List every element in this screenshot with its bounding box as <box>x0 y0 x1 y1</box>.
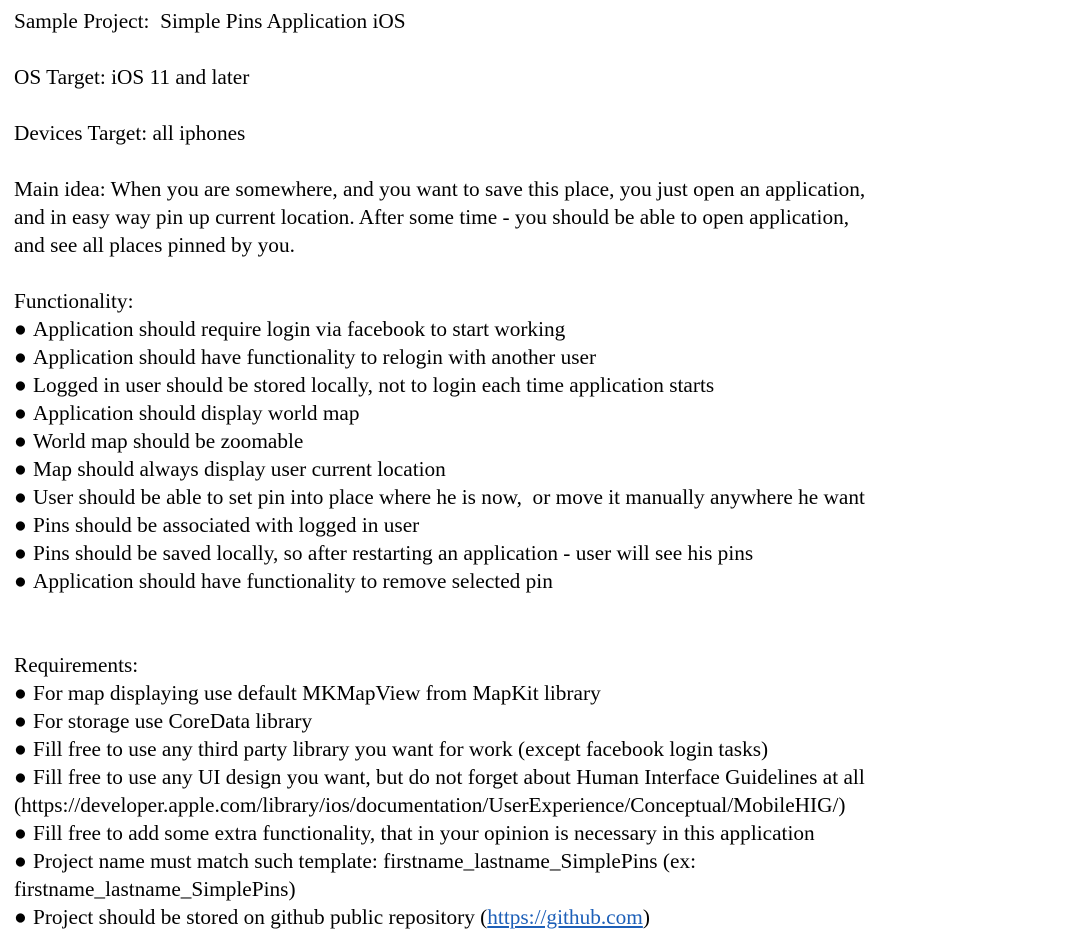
bullet-icon: ● <box>14 849 27 873</box>
list-item-text: World map should be zoomable <box>33 429 304 453</box>
requirements-list: ● For map displaying use default MKMapVie… <box>14 679 1060 931</box>
list-item-text: Project name must match such template: f… <box>33 849 697 873</box>
github-link[interactable]: https://github.com <box>487 905 643 929</box>
list-item-text: Application should have functionality to… <box>33 345 597 369</box>
list-item-text: For storage use CoreData library <box>33 709 313 733</box>
list-item: ● Map should always display user current … <box>14 455 1060 483</box>
main-idea-line: and in easy way pin up current location.… <box>14 205 850 229</box>
list-item: ● Project name must match such template: … <box>14 847 1060 875</box>
list-item: ● Fill free to use any UI design you want… <box>14 763 1060 791</box>
list-item: ● User should be able to set pin into pla… <box>14 483 1060 511</box>
list-item: ● Logged in user should be stored locally… <box>14 371 1060 399</box>
bullet-icon: ● <box>14 737 27 761</box>
list-item: ● Project should be stored on github publ… <box>14 903 1060 931</box>
list-item-text: Application should have functionality to… <box>33 569 553 593</box>
list-item-text: Fill free to use any third party library… <box>33 737 769 761</box>
bullet-icon: ● <box>14 709 27 733</box>
list-item: ● Pins should be saved locally, so after … <box>14 539 1060 567</box>
functionality-heading: Functionality: <box>14 289 134 313</box>
list-item-continuation: (https://developer.apple.com/library/ios… <box>14 793 846 817</box>
bullet-icon: ● <box>14 905 27 929</box>
bullet-icon: ● <box>14 457 27 481</box>
main-idea-line: and see all places pinned by you. <box>14 233 295 257</box>
bullet-icon: ● <box>14 373 27 397</box>
list-item: ● Application should require login via fa… <box>14 315 1060 343</box>
project-title: Sample Project: Simple Pins Application … <box>14 9 406 33</box>
list-item-text: Map should always display user current l… <box>33 457 446 481</box>
functionality-list: ● Application should require login via fa… <box>14 315 1060 595</box>
list-item: ● For storage use CoreData library <box>14 707 1060 735</box>
list-item-text: For map displaying use default MKMapView… <box>33 681 601 705</box>
list-item-text: ) <box>642 905 650 929</box>
list-item: ● For map displaying use default MKMapVie… <box>14 679 1060 707</box>
os-target: OS Target: iOS 11 and later <box>14 65 250 89</box>
list-item-text: Fill free to add some extra functionalit… <box>33 821 815 845</box>
main-idea-line: Main idea: When you are somewhere, and y… <box>14 177 866 201</box>
bullet-icon: ● <box>14 765 27 789</box>
bullet-icon: ● <box>14 569 27 593</box>
bullet-icon: ● <box>14 541 27 565</box>
list-item-text: Pins should be saved locally, so after r… <box>33 541 754 565</box>
list-item-text: User should be able to set pin into plac… <box>33 485 865 509</box>
list-item: ● Pins should be associated with logged i… <box>14 511 1060 539</box>
bullet-icon: ● <box>14 429 27 453</box>
list-item-continuation: firstname_lastname_SimplePins) <box>14 877 296 901</box>
list-item: ● World map should be zoomable <box>14 427 1060 455</box>
list-item: ● Application should have functionality t… <box>14 567 1060 595</box>
list-item: ● Application should display world map <box>14 399 1060 427</box>
list-item-text: Logged in user should be stored locally,… <box>33 373 715 397</box>
list-item: ● Application should have functionality t… <box>14 343 1060 371</box>
bullet-icon: ● <box>14 401 27 425</box>
devices-target: Devices Target: all iphones <box>14 121 246 145</box>
list-item-text: Fill free to use any UI design you want,… <box>33 765 865 789</box>
requirements-heading: Requirements: <box>14 653 139 677</box>
bullet-icon: ● <box>14 485 27 509</box>
bullet-icon: ● <box>14 681 27 705</box>
list-item-text: Project should be stored on github publi… <box>33 905 488 929</box>
bullet-icon: ● <box>14 317 27 341</box>
list-item-text: Pins should be associated with logged in… <box>33 513 420 537</box>
document: Sample Project: Simple Pins Application … <box>0 0 1070 949</box>
list-item: ● Fill free to add some extra functionali… <box>14 819 1060 847</box>
list-item: ● Fill free to use any third party librar… <box>14 735 1060 763</box>
list-item-text: Application should require login via fac… <box>33 317 566 341</box>
bullet-icon: ● <box>14 821 27 845</box>
list-item-text: Application should display world map <box>33 401 360 425</box>
bullet-icon: ● <box>14 345 27 369</box>
bullet-icon: ● <box>14 513 27 537</box>
